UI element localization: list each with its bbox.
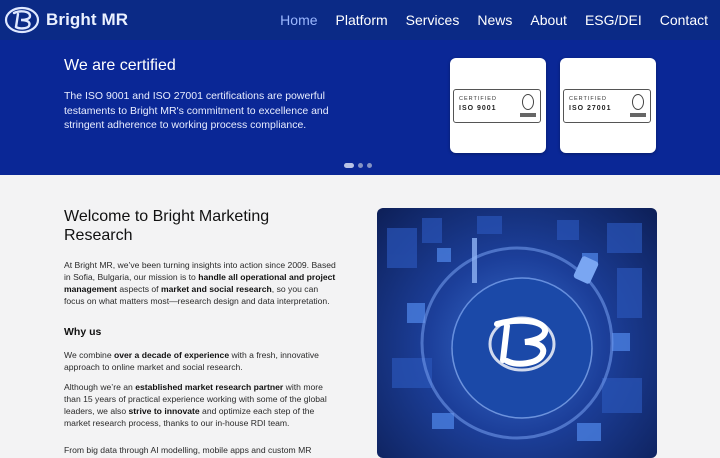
nav-home[interactable]: Home: [280, 12, 317, 28]
why-us-paragraph-1: We combine over a decade of experience w…: [64, 350, 319, 372]
iso-27001-badge: CERTIFIED ISO 27001: [563, 89, 651, 123]
brand-illustration: [377, 208, 657, 458]
brand-logo-icon: [4, 6, 40, 34]
cut-off-paragraph: From big data through AI modelling, mobi…: [64, 445, 312, 455]
brand-logo[interactable]: Bright MR: [4, 5, 128, 35]
brand-name: Bright MR: [46, 10, 129, 29]
top-navigation: Bright MR Home Platform Services News Ab…: [0, 0, 720, 40]
nav-about[interactable]: About: [530, 12, 567, 28]
nav-platform[interactable]: Platform: [336, 12, 388, 28]
seal-bar-icon: [630, 113, 646, 117]
slide-dot-1[interactable]: [344, 163, 354, 168]
iso-9001-badge: CERTIFIED ISO 9001: [453, 89, 541, 123]
nav-services[interactable]: Services: [406, 12, 460, 28]
hero-text: The ISO 9001 and ISO 27001 certification…: [64, 90, 329, 131]
main-menu: Home Platform Services News About ESG/DE…: [280, 0, 708, 40]
slide-dot-3[interactable]: [367, 163, 372, 168]
hero-title: We are certified: [64, 57, 176, 74]
tech-sphere-illustration: [387, 216, 642, 441]
seal-icon: [522, 94, 534, 110]
seal-icon: [632, 94, 644, 110]
hero-slider: We are certified The ISO 9001 and ISO 27…: [0, 40, 720, 175]
cert-standard: ISO 9001: [459, 105, 497, 112]
cert-label: CERTIFIED: [569, 96, 607, 102]
iso-27001-certificate: CERTIFIED ISO 27001: [560, 58, 656, 153]
why-us-paragraph-2: Although we’re an established market res…: [64, 382, 327, 428]
seal-bar-icon: [520, 113, 536, 117]
cert-standard: ISO 27001: [569, 105, 612, 112]
intro-paragraph: At Bright MR, we’ve been turning insight…: [64, 260, 336, 306]
nav-news[interactable]: News: [477, 12, 512, 28]
nav-contact[interactable]: Contact: [660, 12, 708, 28]
slider-pagination: [344, 163, 372, 168]
nav-esg-dei[interactable]: ESG/DEI: [585, 12, 642, 28]
why-us-heading: Why us: [64, 326, 102, 338]
page-heading: Welcome to Bright Marketing Research: [64, 208, 270, 244]
iso-9001-certificate: CERTIFIED ISO 9001: [450, 58, 546, 153]
slide-dot-2[interactable]: [358, 163, 363, 168]
cert-label: CERTIFIED: [459, 96, 497, 102]
